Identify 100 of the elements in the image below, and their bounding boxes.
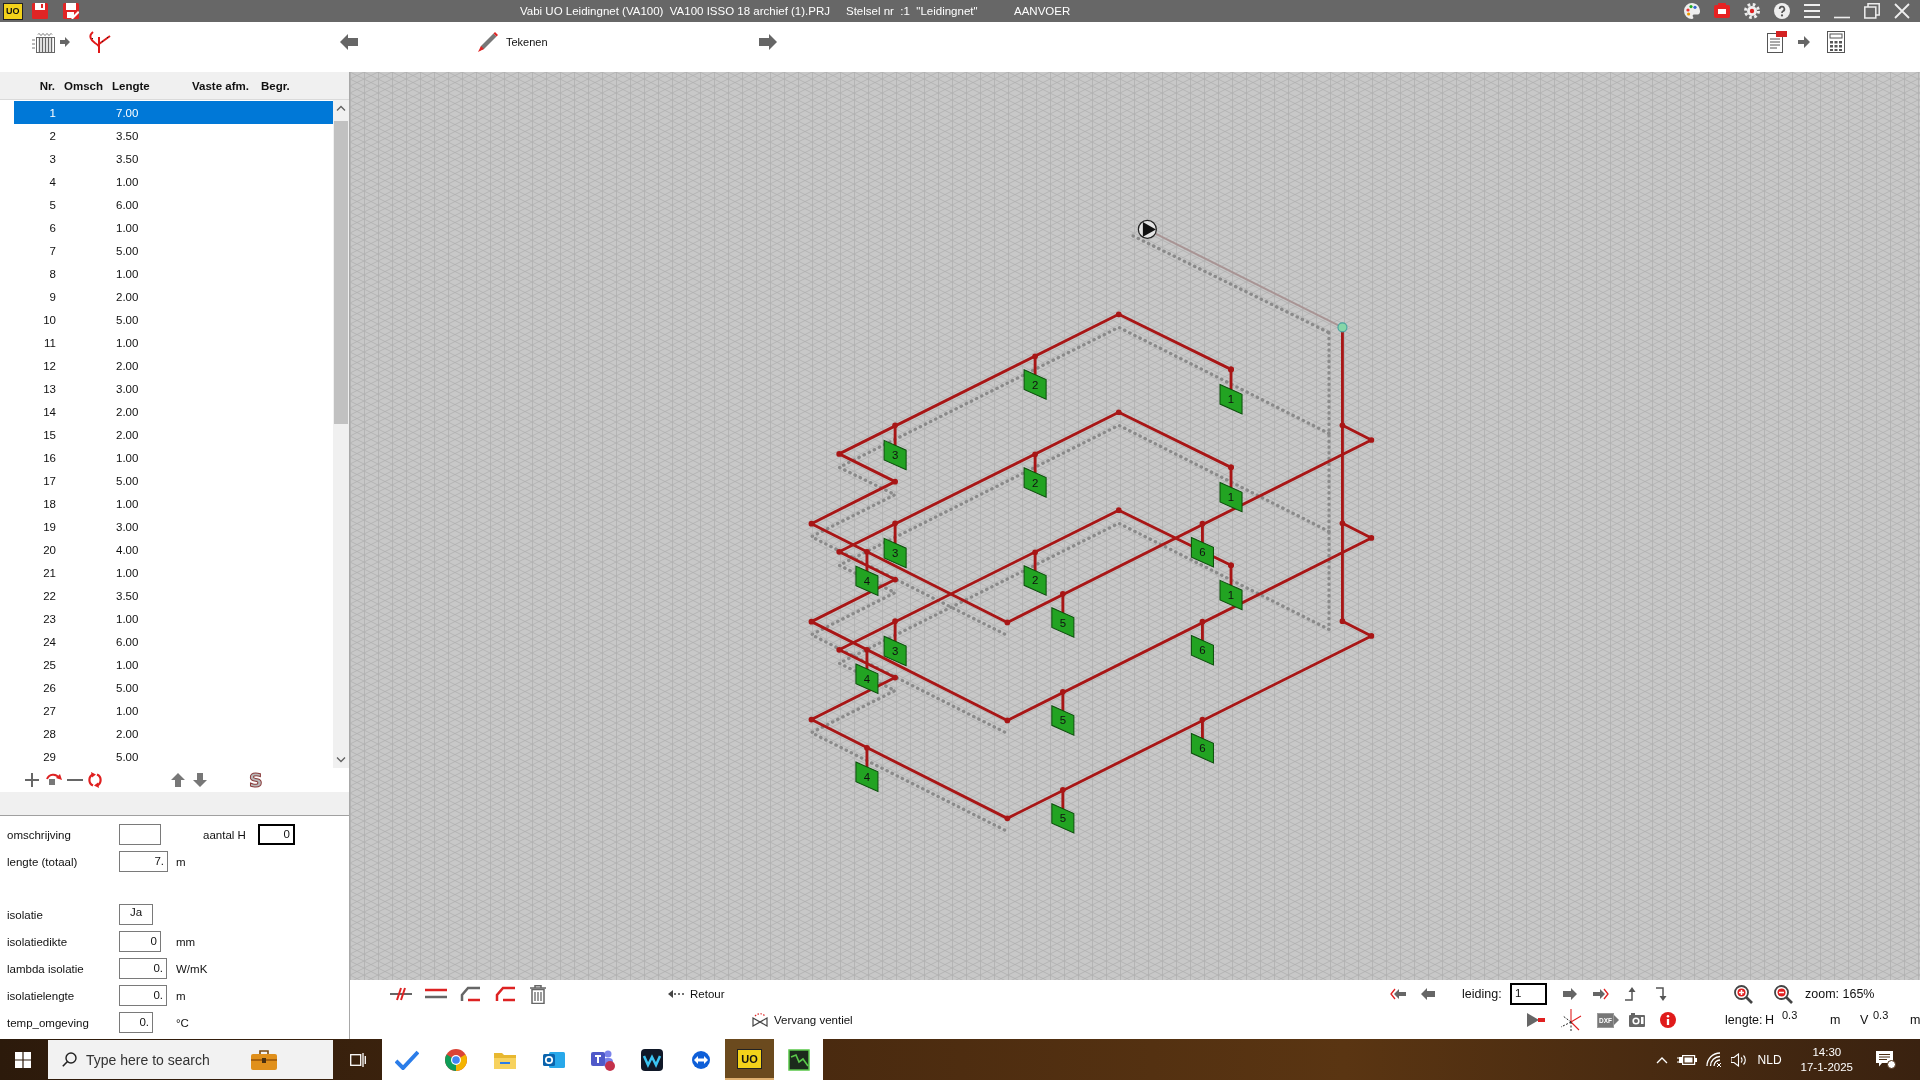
table-row[interactable]: 1 7.00 [14, 101, 333, 124]
curved-arrow-icon[interactable] [46, 773, 62, 787]
restore-icon[interactable] [1864, 3, 1880, 19]
table-row[interactable]: 15 2.00 [14, 423, 333, 446]
table-row[interactable]: 11 1.00 [14, 331, 333, 354]
start-icon[interactable] [15, 1051, 31, 1068]
table-row[interactable]: 2 3.50 [14, 124, 333, 147]
drawing-canvas[interactable]: 2 1 3 2 1 3 6 4 2 1 5 3 6 4 5 6 4 5 [350, 72, 1920, 980]
battery-charging-icon[interactable] [1676, 1053, 1697, 1066]
input-field[interactable]: 0. [119, 1012, 153, 1033]
close-icon[interactable] [1894, 3, 1910, 19]
table-row[interactable]: 24 6.00 [14, 630, 333, 653]
offset-line-icon[interactable] [460, 986, 480, 1002]
refresh-icon[interactable] [88, 772, 102, 788]
minus-icon[interactable] [67, 778, 83, 782]
table-row[interactable]: 19 3.00 [14, 515, 333, 538]
table-row[interactable]: 12 2.00 [14, 354, 333, 377]
table-row[interactable]: 20 4.00 [14, 538, 333, 561]
arrow-left-icon[interactable] [1421, 988, 1435, 1000]
table-row[interactable]: 25 1.00 [14, 653, 333, 676]
clock[interactable]: 14:30 17-1-2025 [1800, 1044, 1853, 1075]
table-row[interactable]: 23 1.00 [14, 607, 333, 630]
help-icon[interactable] [1774, 3, 1790, 19]
choice-field[interactable]: Ja [119, 904, 153, 925]
table-row[interactable]: 10 5.00 [14, 308, 333, 331]
branch-icon[interactable] [88, 31, 112, 53]
table-row[interactable]: 18 1.00 [14, 492, 333, 515]
arrow-up-icon[interactable] [171, 773, 185, 787]
forward-button[interactable] [759, 34, 777, 50]
back-button[interactable] [340, 34, 358, 50]
palette-icon[interactable] [1684, 3, 1700, 19]
table-row[interactable]: 22 3.50 [14, 584, 333, 607]
scrollbar[interactable] [333, 100, 349, 768]
table-row[interactable]: 17 5.00 [14, 469, 333, 492]
break-line-icon[interactable] [390, 987, 412, 1001]
save-as-icon[interactable] [63, 3, 79, 19]
camera-icon[interactable] [1629, 1013, 1645, 1027]
input-field[interactable]: 0. [119, 958, 167, 979]
retour-button[interactable]: Retour [668, 988, 725, 1000]
speaker-icon[interactable] [1730, 1052, 1747, 1067]
zoom-in-icon[interactable] [1734, 984, 1753, 1004]
table-row[interactable]: 21 1.00 [14, 561, 333, 584]
table-row[interactable]: 9 2.00 [14, 285, 333, 308]
column-header[interactable]: Begr. [261, 79, 290, 92]
calculator-icon[interactable] [1827, 31, 1845, 53]
axes-icon[interactable] [1560, 1009, 1582, 1031]
table-row[interactable]: 6 1.00 [14, 216, 333, 239]
double-arrow-right-icon[interactable] [1593, 988, 1609, 1000]
taskbar-app[interactable]: UO [725, 1039, 774, 1080]
input-field[interactable]: 7. [119, 851, 168, 872]
document-icon[interactable] [1767, 31, 1787, 53]
table-row[interactable]: 5 6.00 [14, 193, 333, 216]
table-row[interactable]: 14 2.00 [14, 400, 333, 423]
table-row[interactable]: 26 5.00 [14, 676, 333, 699]
column-header[interactable]: Lengte [112, 79, 150, 92]
table-row[interactable]: 7 5.00 [14, 239, 333, 262]
turn-down-icon[interactable] [1656, 987, 1668, 1001]
table-row[interactable]: 28 2.00 [14, 722, 333, 745]
info-icon[interactable] [1660, 1012, 1676, 1028]
column-header[interactable]: Nr. [39, 79, 55, 92]
table-row[interactable]: 16 1.00 [14, 446, 333, 469]
arrow-down-icon[interactable] [193, 773, 207, 787]
radiator-icon[interactable] [32, 31, 56, 53]
bend-line-icon[interactable] [495, 986, 515, 1002]
play-icon[interactable] [1527, 1013, 1545, 1027]
tile-icon[interactable] [1714, 3, 1730, 19]
chevron-up-icon[interactable] [1655, 1055, 1668, 1064]
notification-icon[interactable] [1876, 1050, 1896, 1069]
zoom-out-icon[interactable] [1774, 984, 1793, 1004]
column-header[interactable]: Omsch [64, 79, 103, 92]
trash-icon[interactable] [530, 984, 546, 1004]
table-row[interactable]: 29 5.00 [14, 745, 333, 768]
turn-up-icon[interactable] [1625, 987, 1637, 1001]
input-field[interactable] [119, 824, 161, 845]
parallel-lines-icon[interactable] [425, 987, 447, 1001]
draw-button[interactable]: Tekenen [478, 32, 548, 52]
menu-icon[interactable] [1804, 4, 1820, 18]
pipe-number-field[interactable]: 1 [1510, 983, 1547, 1005]
arrow-right-icon[interactable] [60, 37, 70, 47]
settings-icon[interactable] [1744, 3, 1760, 19]
table-row[interactable]: 27 1.00 [14, 699, 333, 722]
replace-valve-button[interactable]: Vervang ventiel [752, 1013, 853, 1027]
wifi-icon[interactable] [1705, 1052, 1722, 1067]
arrow-right-icon[interactable] [1563, 988, 1577, 1000]
input-field[interactable]: 0 [258, 824, 295, 845]
input-field[interactable]: 0. [119, 985, 167, 1006]
input-field[interactable]: 0 [119, 931, 161, 952]
table-row[interactable]: 8 1.00 [14, 262, 333, 285]
task-view-icon[interactable] [349, 1051, 366, 1068]
language-indicator[interactable]: NLD [1757, 1052, 1782, 1067]
plus-icon[interactable] [24, 772, 40, 788]
save-icon[interactable] [32, 3, 48, 19]
arrow-right-icon[interactable] [1798, 36, 1810, 48]
column-header[interactable]: Vaste afm. [192, 79, 249, 92]
table-row[interactable]: 4 1.00 [14, 170, 333, 193]
table-row[interactable]: 13 3.00 [14, 377, 333, 400]
scrollbar-thumb[interactable] [334, 121, 348, 424]
double-arrow-left-icon[interactable] [1390, 988, 1406, 1000]
search-field[interactable]: Type here to search [48, 1040, 333, 1079]
table-row[interactable]: 3 3.50 [14, 147, 333, 170]
